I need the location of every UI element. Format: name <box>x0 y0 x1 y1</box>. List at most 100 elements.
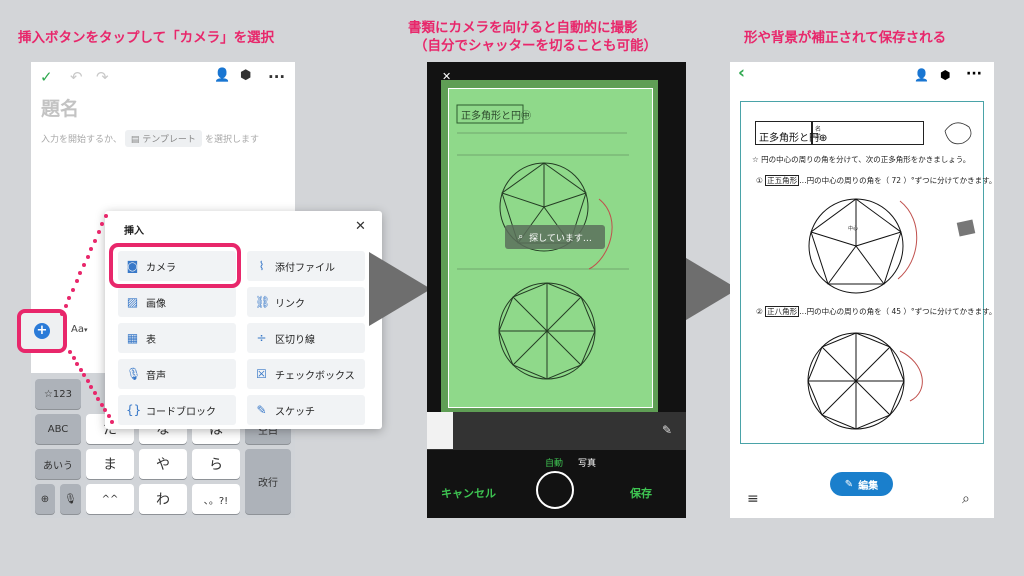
search-icon[interactable]: ⌕ <box>962 491 970 507</box>
connector-dot <box>85 254 90 259</box>
divider-icon: ÷ <box>256 331 267 345</box>
back-chevron-icon[interactable]: ‹ <box>738 63 745 83</box>
enter-key[interactable]: 改行 <box>245 449 291 514</box>
key-ra[interactable]: ら <box>192 449 240 479</box>
menu-label: 表 <box>146 334 156 346</box>
format-label: Aa <box>71 324 84 335</box>
template-button[interactable]: ▤ テンプレート <box>124 130 202 147</box>
camera-thumbnail-bar <box>427 412 686 450</box>
camera-highlight <box>109 243 241 288</box>
worksheet-figures <box>807 122 976 430</box>
add-person-icon[interactable]: 👤 <box>214 68 230 83</box>
searching-indicator: ⌕ 探しています… <box>505 225 605 249</box>
format-button[interactable]: Aa▾ <box>71 324 87 335</box>
menu-label: リンク <box>275 298 305 310</box>
search-icon: ⌕ <box>518 232 524 242</box>
mode-photo[interactable]: 写真 <box>578 456 596 469</box>
insert-button-highlight[interactable]: + <box>17 309 67 353</box>
connector-dot <box>106 414 111 419</box>
redo-icon[interactable]: ↷ <box>96 68 109 86</box>
connector-dot <box>96 396 100 401</box>
pencil-icon[interactable]: ✎ <box>662 423 672 437</box>
connector-dot <box>78 367 83 372</box>
abc-key[interactable]: ABC <box>35 414 81 444</box>
mode-auto[interactable]: 自動 <box>545 456 563 469</box>
save-button[interactable]: 保存 <box>630 485 652 501</box>
menu-label: 画像 <box>146 298 166 310</box>
plus-icon[interactable]: + <box>34 323 50 339</box>
menu-item-code-block[interactable]: {} コードブロック <box>118 395 236 425</box>
connector-dot <box>71 287 75 292</box>
pencil-icon: ✎ <box>844 478 854 490</box>
menu-label: コードブロック <box>146 406 216 418</box>
caption-step3: 形や背景が補正されて保存される <box>744 30 947 46</box>
menu-item-image[interactable]: ▨ 画像 <box>118 287 236 317</box>
connector-dot <box>93 238 97 243</box>
kana-key[interactable]: あいう <box>35 449 81 479</box>
edit-button[interactable]: ✎ 編集 <box>830 472 893 496</box>
more-icon[interactable]: ··· <box>268 68 285 86</box>
insert-menu-title: 挿入 <box>124 226 144 237</box>
connector-dot <box>60 312 64 316</box>
connector-dot <box>71 355 76 360</box>
add-person-icon[interactable]: 👤 <box>914 68 929 82</box>
key-punctuation[interactable]: ､。?! <box>192 484 240 514</box>
sketch-icon: ✎ <box>256 403 267 417</box>
check-icon[interactable]: ✓ <box>40 68 53 86</box>
globe-key[interactable]: ⊕ <box>35 484 55 514</box>
connector-dot <box>68 350 72 354</box>
cancel-button[interactable]: キャンセル <box>441 485 496 501</box>
hint-text-before: 入力を開始するか、 <box>41 135 122 145</box>
share-note-icon[interactable]: ⬢ <box>940 68 950 82</box>
note-title-input[interactable]: 題名 <box>41 94 79 121</box>
key-wa[interactable]: わ <box>139 484 187 514</box>
note-body-hint[interactable]: 入力を開始するか、 ▤ テンプレート を選択します <box>41 130 259 147</box>
checkbox-icon: ☒ <box>256 367 267 381</box>
key-ya[interactable]: や <box>139 449 187 479</box>
caption-step2-line1: 書類にカメラを向けると自動的に撮影 <box>408 20 638 36</box>
menu-label: 音声 <box>146 370 166 382</box>
image-icon: ▨ <box>126 295 139 309</box>
menu-icon[interactable]: ≡ <box>747 491 759 507</box>
connector-dot <box>75 361 79 366</box>
paperclip-icon: ⌇ <box>258 259 265 273</box>
key-kaomoji[interactable]: ^^ <box>86 484 134 514</box>
caption-step1: 挿入ボタンをタップして「カメラ」を選択 <box>18 30 275 46</box>
mic-key[interactable]: 🎙 <box>60 484 81 514</box>
shutter-button[interactable] <box>536 471 574 509</box>
connector-dot <box>92 390 97 395</box>
connector-dot <box>104 214 108 218</box>
connector-dot <box>110 420 114 424</box>
menu-label: 添付ファイル <box>275 262 335 274</box>
code-icon: {} <box>126 403 142 417</box>
menu-item-sketch[interactable]: ✎ スケッチ <box>247 395 365 425</box>
captured-thumbnail[interactable] <box>427 412 453 449</box>
link-icon: ⛓ <box>255 295 271 309</box>
edit-label: 編集 <box>858 480 879 492</box>
connector-dot <box>89 385 93 389</box>
microphone-icon: 🎙 <box>126 367 142 381</box>
menu-label: 区切り線 <box>275 334 315 346</box>
arrow-icon <box>369 252 431 326</box>
connector-dot <box>82 263 86 267</box>
searching-text: 探しています… <box>529 233 592 244</box>
menu-item-attachment[interactable]: ⌇ 添付ファイル <box>247 251 365 281</box>
hint-text-after: を選択します <box>204 135 259 145</box>
caption-step2-line2: （自分でシャッターを切ることも可能） <box>414 38 657 54</box>
menu-item-checkbox[interactable]: ☒ チェックボックス <box>247 359 365 389</box>
menu-label: チェックボックス <box>275 370 355 382</box>
menu-label: スケッチ <box>275 406 315 418</box>
numbers-key[interactable]: ☆123 <box>35 379 81 409</box>
menu-item-table[interactable]: ▦ 表 <box>118 323 236 353</box>
menu-item-divider[interactable]: ÷ 区切り線 <box>247 323 365 353</box>
menu-item-audio[interactable]: 🎙 音声 <box>118 359 236 389</box>
connector-dot <box>85 379 90 384</box>
connector-dot <box>63 303 68 308</box>
share-note-icon[interactable]: ⬢ <box>240 68 251 83</box>
key-ma[interactable]: ま <box>86 449 134 479</box>
undo-icon[interactable]: ↶ <box>70 68 83 86</box>
more-icon[interactable]: ··· <box>966 66 982 82</box>
menu-item-link[interactable]: ⛓ リンク <box>247 287 365 317</box>
document-preview-drawing: 正多角形と円㊥ <box>456 104 629 380</box>
close-icon[interactable]: ✕ <box>355 219 366 234</box>
